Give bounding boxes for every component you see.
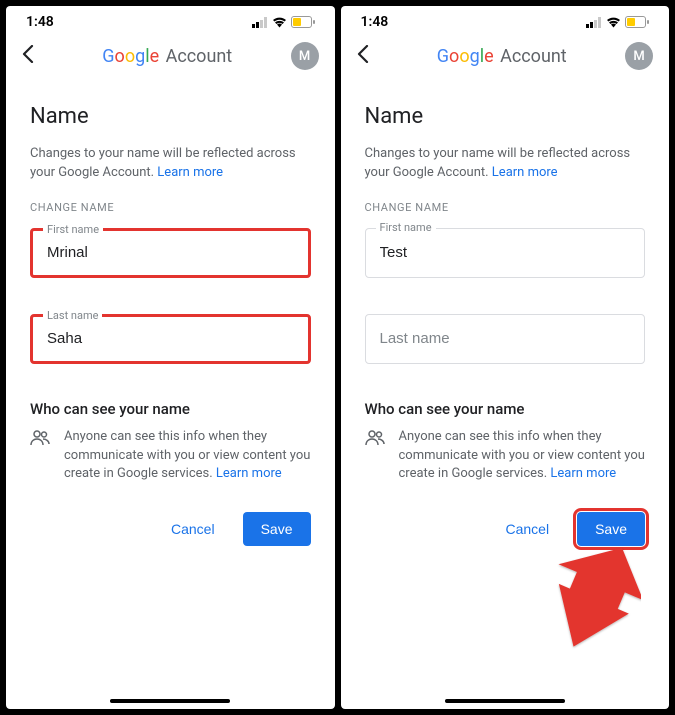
who-row: Anyone can see this info when they commu… xyxy=(365,428,646,485)
who-title: Who can see your name xyxy=(365,400,646,418)
page-description: Changes to your name will be reflected a… xyxy=(365,145,646,183)
avatar[interactable]: M xyxy=(291,42,319,70)
learn-more-link[interactable]: Learn more xyxy=(492,165,558,180)
last-name-field[interactable] xyxy=(365,314,646,364)
who-title: Who can see your name xyxy=(30,400,311,418)
who-learn-more-link[interactable]: Learn more xyxy=(550,466,616,481)
back-button[interactable] xyxy=(22,45,44,67)
cancel-button[interactable]: Cancel xyxy=(495,513,559,545)
app-header: Google Account M xyxy=(6,34,335,80)
brand-title: Google Account xyxy=(379,46,626,67)
first-name-label: First name xyxy=(376,221,436,234)
status-icons xyxy=(252,16,315,28)
wifi-icon xyxy=(606,17,621,28)
save-button[interactable]: Save xyxy=(243,512,311,546)
brand-title: Google Account xyxy=(44,46,291,67)
wifi-icon xyxy=(272,17,287,28)
battery-icon xyxy=(291,16,315,28)
status-bar: 1:48 xyxy=(341,6,670,34)
who-row: Anyone can see this info when they commu… xyxy=(30,428,311,485)
actions: Cancel Save xyxy=(365,512,646,546)
status-time: 1:48 xyxy=(361,14,389,30)
chevron-left-icon xyxy=(357,45,369,63)
page-title: Name xyxy=(365,104,646,129)
learn-more-link[interactable]: Learn more xyxy=(157,165,223,180)
status-icons xyxy=(586,16,649,28)
page-title: Name xyxy=(30,104,311,129)
content: Name Changes to your name will be reflec… xyxy=(6,80,335,546)
app-header: Google Account M xyxy=(341,34,670,80)
first-name-field[interactable]: First name xyxy=(365,228,646,278)
signal-icon xyxy=(252,17,268,28)
chevron-left-icon xyxy=(22,45,34,63)
section-label: CHANGE NAME xyxy=(365,201,646,214)
first-name-field[interactable]: First name xyxy=(30,228,311,278)
actions: Cancel Save xyxy=(30,512,311,546)
last-name-input[interactable] xyxy=(47,330,294,347)
first-name-input[interactable] xyxy=(380,244,631,261)
home-indicator xyxy=(110,699,230,703)
status-time: 1:48 xyxy=(26,14,54,30)
save-button[interactable]: Save xyxy=(577,512,645,546)
signal-icon xyxy=(586,17,602,28)
last-name-field[interactable]: Last name xyxy=(30,314,311,364)
section-label: CHANGE NAME xyxy=(30,201,311,214)
status-bar: 1:48 xyxy=(6,6,335,34)
phone-right: 1:48 Google Account M Name Changes to yo… xyxy=(341,6,670,709)
home-indicator xyxy=(445,699,565,703)
first-name-input[interactable] xyxy=(47,244,294,261)
last-name-label: Last name xyxy=(43,309,102,322)
cancel-button[interactable]: Cancel xyxy=(161,513,225,545)
back-button[interactable] xyxy=(357,45,379,67)
avatar[interactable]: M xyxy=(625,42,653,70)
who-text: Anyone can see this info when they commu… xyxy=(64,428,311,485)
phone-left: 1:48 Google Account M Name Changes to yo… xyxy=(6,6,335,709)
page-description: Changes to your name will be reflected a… xyxy=(30,145,311,183)
content: Name Changes to your name will be reflec… xyxy=(341,80,670,546)
pointer-arrow-icon xyxy=(541,541,641,651)
who-text: Anyone can see this info when they commu… xyxy=(399,428,646,485)
people-icon xyxy=(30,428,52,485)
last-name-input[interactable] xyxy=(380,330,631,347)
first-name-label: First name xyxy=(43,223,103,236)
who-learn-more-link[interactable]: Learn more xyxy=(216,466,282,481)
people-icon xyxy=(365,428,387,485)
battery-icon xyxy=(625,16,649,28)
